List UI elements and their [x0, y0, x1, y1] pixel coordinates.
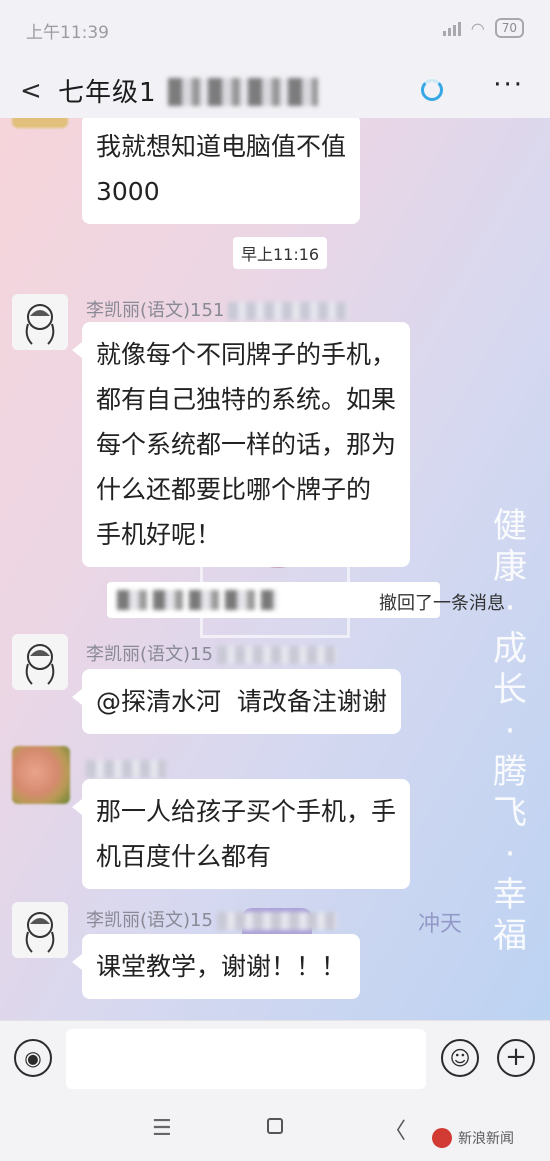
nav-back-icon[interactable]: 〈 — [384, 1113, 406, 1145]
avatar[interactable] — [12, 634, 68, 690]
battery-icon: 70 — [494, 18, 524, 38]
watermark-bottom-text: 冲天 — [418, 912, 463, 937]
message-bubble-4[interactable]: 那一人给孩子买个手机，手 机百度什么都有 — [71, 779, 411, 889]
message-bubble-5[interactable]: 课堂教学，谢谢！！！ — [71, 934, 361, 999]
menu-icon[interactable]: ☰ — [152, 1116, 172, 1141]
sender-name: 李凯丽(语文)15 — [86, 906, 337, 932]
plus-icon[interactable]: + — [497, 1039, 535, 1077]
message-bubble-3[interactable]: @探清水河 请改备注谢谢 — [72, 669, 401, 734]
more-options-icon[interactable]: ··· — [493, 70, 524, 100]
message-input[interactable] — [66, 1029, 426, 1089]
time-chip: 早上11:16 — [233, 237, 328, 269]
status-icons: ◠ 70 — [442, 18, 524, 38]
avatar-partial — [12, 118, 68, 128]
sender-name — [86, 758, 166, 779]
wifi-icon: ◠ — [470, 18, 485, 38]
voice-icon[interactable]: ◉ — [14, 1039, 52, 1077]
recall-notice: 撤回了一条消息 — [107, 582, 505, 618]
signal-icon — [442, 20, 461, 36]
message-bubble-2[interactable]: 就像每个不同牌子的手机， 都有自己独特的系统。如果 每个系统都一样的话，那为 什… — [71, 322, 411, 567]
back-arrow-icon[interactable]: < — [20, 76, 42, 106]
input-bar: ◉ ☺ + — [0, 1020, 550, 1098]
recall-name-redaction — [117, 590, 277, 610]
message-bubble-1[interactable]: 我就想知道电脑值不值 3000 — [82, 118, 361, 224]
sender-name: 李凯丽(语文)151 — [86, 296, 349, 322]
chat-area[interactable]: 冲天 健康·成长·腾飞·幸福 我就想知道电脑值不值 3000 早上11:16 李… — [0, 118, 550, 1020]
emoji-icon[interactable]: ☺ — [441, 1039, 479, 1077]
avatar[interactable] — [12, 902, 68, 958]
chat-title: 七年级1 — [58, 78, 157, 108]
brand-watermark: 新浪新闻 — [458, 1131, 514, 1147]
brand-logo-icon — [432, 1128, 452, 1148]
chat-header: < 七年级1 ··· — [0, 62, 550, 118]
loading-spinner-icon — [421, 79, 443, 101]
avatar[interactable] — [12, 746, 70, 804]
title-redaction — [168, 78, 318, 106]
sender-name: 李凯丽(语文)15 — [86, 640, 337, 666]
status-time: 上午11:39 — [26, 23, 109, 43]
home-icon[interactable] — [267, 1118, 283, 1134]
status-bar: 上午11:39 ◠ 70 — [0, 0, 550, 62]
watermark-vertical-text: 健康·成长·腾飞·幸福 — [493, 506, 527, 956]
avatar[interactable] — [12, 294, 68, 350]
